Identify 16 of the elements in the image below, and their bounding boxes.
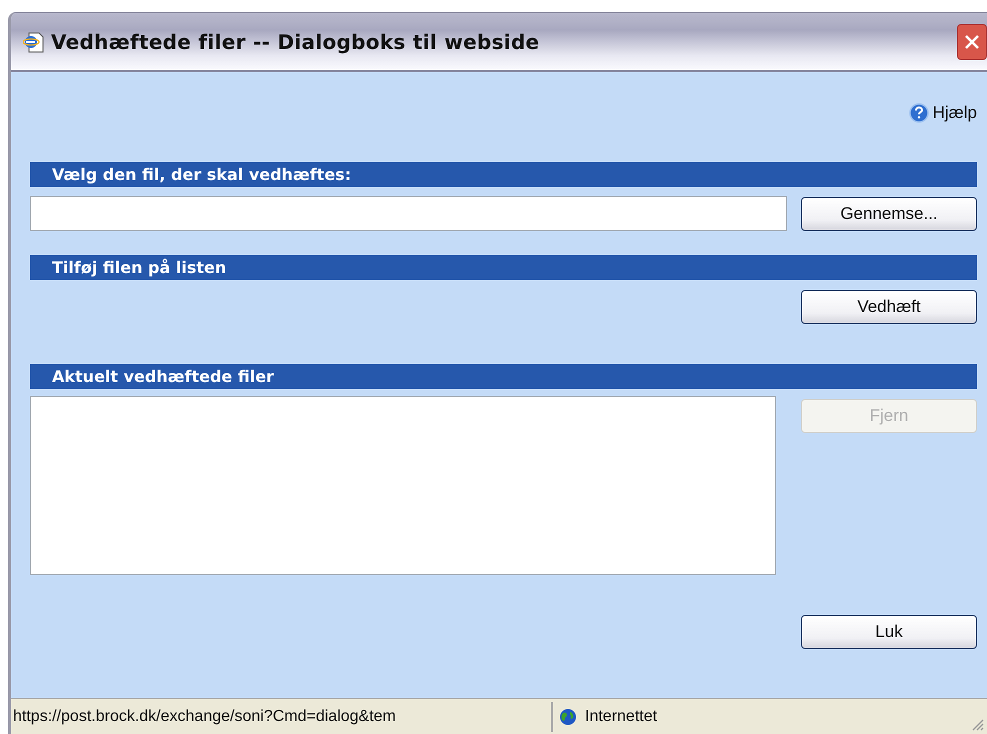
section-header: Aktuelt vedhæftede filer: [30, 364, 977, 389]
help-link[interactable]: Hjælp: [908, 101, 977, 125]
page-icon: [23, 30, 45, 52]
file-path-field[interactable]: [30, 196, 787, 231]
section-header: Tilføj filen på listen: [30, 255, 977, 280]
close-button[interactable]: Luk: [801, 615, 977, 649]
resize-grip-icon: [970, 717, 984, 731]
help-icon: [908, 103, 929, 123]
status-url: https://post.brock.dk/exchange/soni?Cmd=dialog&tem: [11, 702, 553, 732]
window-title: Vedhæftede filer -- Dialogboks til webside: [51, 30, 540, 54]
security-zone: Internettet: [585, 708, 658, 726]
close-icon[interactable]: [957, 24, 987, 60]
globe-icon: [559, 708, 577, 726]
section-header: Vælg den fil, der skal vedhæftes:: [30, 162, 977, 187]
browse-button[interactable]: Gennemse...: [801, 196, 977, 230]
attach-button[interactable]: Vedhæft: [801, 290, 977, 324]
